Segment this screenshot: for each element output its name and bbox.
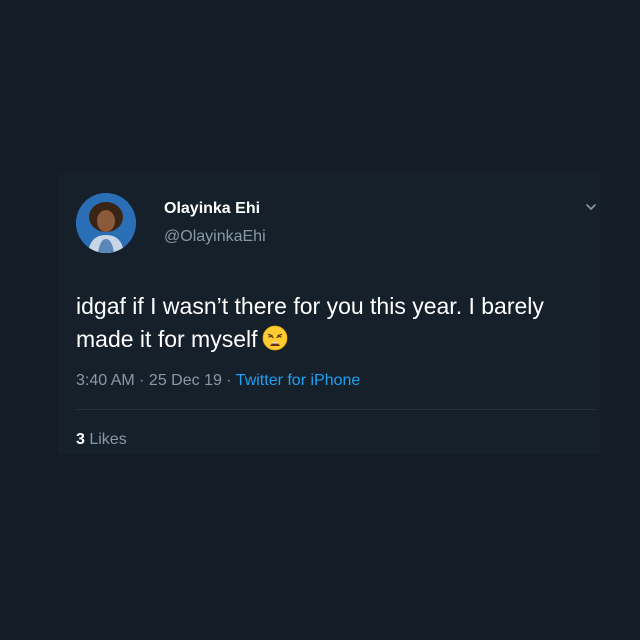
tweet-time[interactable]: 3:40 AM (76, 372, 135, 389)
tweet-source-link[interactable]: Twitter for iPhone (236, 372, 361, 389)
chevron-down-icon[interactable] (584, 200, 598, 214)
likes-label: Likes (84, 431, 127, 448)
meta-separator: · (221, 372, 236, 389)
meta-separator: · (134, 372, 149, 389)
tweet-card[interactable]: Olayinka Ehi @OlayinkaEhi idgaf if I was… (58, 172, 600, 454)
divider (76, 409, 596, 410)
author-display-name[interactable]: Olayinka Ehi (164, 198, 266, 220)
tweet-header: Olayinka Ehi @OlayinkaEhi (76, 186, 582, 260)
tweet-date[interactable]: 25 Dec 19 (149, 372, 222, 389)
screenshot-canvas: Olayinka Ehi @OlayinkaEhi idgaf if I was… (0, 0, 640, 640)
likes-stat[interactable]: 3 Likes (76, 429, 582, 451)
avatar[interactable] (76, 193, 136, 253)
tweet-meta: 3:40 AM · 25 Dec 19 · Twitter for iPhone (76, 370, 582, 392)
author-handle[interactable]: @OlayinkaEhi (164, 226, 266, 248)
tweet-text: idgaf if I wasn’t there for you this yea… (76, 290, 596, 356)
author-names: Olayinka Ehi @OlayinkaEhi (164, 198, 266, 248)
tweet-body: idgaf if I wasn’t there for you this yea… (76, 293, 544, 352)
avatar-image (76, 193, 136, 253)
weary-face-emoji (262, 325, 288, 351)
likes-count: 3 (76, 431, 85, 448)
